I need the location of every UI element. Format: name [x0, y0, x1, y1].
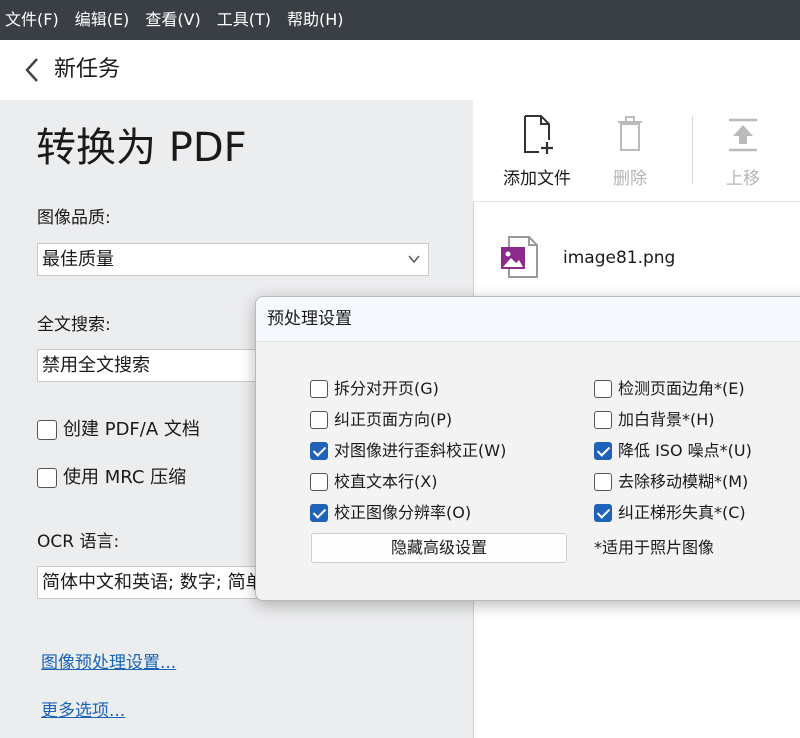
delete-button[interactable]: 删除 [610, 114, 650, 189]
pdfa-label: 创建 PDF/A 文档 [63, 419, 200, 440]
option-white-background[interactable]: 加白背景*(H) [594, 408, 715, 432]
image-quality-value: 最佳质量 [42, 249, 114, 270]
option-trapezoid-correction[interactable]: 纠正梯形失真*(C) [594, 501, 746, 525]
option-detect-corners[interactable]: 检测页面边角*(E) [594, 377, 745, 401]
preprocessing-dialog: 预处理设置 拆分对开页(G) 纠正页面方向(P) 对图像进行歪斜校正(W) 校直… [255, 296, 800, 601]
fulltext-value: 禁用全文搜索 [42, 355, 150, 376]
image-quality-label: 图像品质: [37, 208, 111, 228]
checkbox[interactable] [310, 380, 328, 398]
image-quality-select[interactable]: 最佳质量 [37, 243, 429, 276]
option-label: 纠正页面方向(P) [334, 410, 453, 429]
option-motion-blur[interactable]: 去除移动模糊*(M) [594, 470, 748, 494]
checkbox[interactable] [594, 411, 612, 429]
menu-file[interactable]: 文件(F) [0, 0, 65, 40]
option-label: 检测页面边角*(E) [618, 379, 745, 398]
checkbox[interactable] [594, 504, 612, 522]
file-toolbar: 添加文件 删除 上移 [473, 100, 800, 202]
option-correct-resolution[interactable]: 校正图像分辨率(O) [310, 501, 471, 525]
arrow-up-icon [729, 118, 757, 152]
file-name: image81.png [563, 248, 676, 268]
conversion-heading: 转换为 PDF [36, 125, 247, 171]
mrc-checkbox[interactable] [37, 468, 57, 488]
checkbox[interactable] [310, 411, 328, 429]
dialog-title-bar: 预处理设置 [256, 297, 800, 342]
option-label: 纠正梯形失真*(C) [618, 503, 746, 522]
checkbox[interactable] [310, 473, 328, 491]
option-split-pages[interactable]: 拆分对开页(G) [310, 377, 439, 401]
ocr-language-value: 简体中文和英语; 数字; 简单 [42, 572, 264, 593]
checkbox[interactable] [594, 380, 612, 398]
dialog-title: 预处理设置 [267, 309, 352, 329]
toolbar-separator [692, 116, 693, 184]
pdfa-checkbox[interactable] [37, 420, 57, 440]
pdfa-option[interactable]: 创建 PDF/A 文档 [37, 418, 200, 442]
image-file-icon [501, 236, 538, 278]
back-button[interactable] [18, 54, 48, 86]
option-label: 拆分对开页(G) [334, 379, 439, 398]
checkbox[interactable] [310, 504, 328, 522]
trash-icon [618, 116, 642, 151]
delete-label: 删除 [613, 169, 647, 189]
checkbox[interactable] [310, 442, 328, 460]
menu-view[interactable]: 查看(V) [139, 0, 206, 40]
mrc-label: 使用 MRC 压缩 [63, 467, 187, 488]
move-up-button[interactable]: 上移 [723, 114, 763, 189]
add-file-icon [524, 115, 553, 154]
page-title: 新任务 [54, 57, 121, 82]
option-reduce-iso-noise[interactable]: 降低 ISO 噪点*(U) [594, 439, 752, 463]
option-label: 去除移动模糊*(M) [618, 472, 749, 491]
menu-tools[interactable]: 工具(T) [211, 0, 277, 40]
checkbox[interactable] [594, 442, 612, 460]
option-label: 降低 ISO 噪点*(U) [618, 441, 752, 460]
chevron-down-icon [408, 255, 420, 264]
photo-note: *适用于照片图像 [594, 538, 715, 557]
file-list-item[interactable]: image81.png [473, 230, 800, 286]
more-options-link[interactable]: 更多选项... [41, 699, 125, 723]
ocr-language-label: OCR 语言: [37, 532, 120, 552]
menu-edit[interactable]: 编辑(E) [69, 0, 136, 40]
option-deskew[interactable]: 对图像进行歪斜校正(W) [310, 439, 506, 463]
chevron-left-icon [25, 58, 38, 82]
option-label: 加白背景*(H) [618, 410, 715, 429]
option-label: 校正图像分辨率(O) [334, 503, 472, 522]
option-straighten-lines[interactable]: 校直文本行(X) [310, 470, 437, 494]
menu-help[interactable]: 帮助(H) [281, 0, 350, 40]
add-file-button[interactable]: 添加文件 [499, 114, 575, 189]
option-label: 校直文本行(X) [334, 472, 438, 491]
title-bar: 新任务 [0, 40, 800, 101]
mrc-option[interactable]: 使用 MRC 压缩 [37, 466, 186, 490]
hide-advanced-button[interactable]: 隐藏高级设置 [311, 533, 567, 563]
option-page-orientation[interactable]: 纠正页面方向(P) [310, 408, 452, 432]
add-file-label: 添加文件 [503, 169, 571, 189]
move-up-label: 上移 [726, 169, 760, 189]
menu-bar: 文件(F) 编辑(E) 查看(V) 工具(T) 帮助(H) [0, 0, 800, 40]
fulltext-label: 全文搜索: [37, 315, 111, 335]
image-preprocess-link[interactable]: 图像预处理设置... [41, 651, 176, 675]
option-label: 对图像进行歪斜校正(W) [334, 441, 507, 460]
checkbox[interactable] [594, 473, 612, 491]
